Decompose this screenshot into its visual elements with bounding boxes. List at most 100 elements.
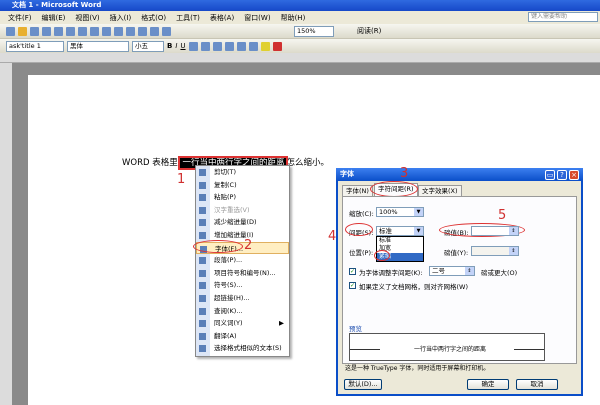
style-select[interactable]: ask'title 1 — [6, 40, 64, 52]
by-spinner[interactable]: ⇕ — [471, 226, 519, 236]
align-center-icon[interactable] — [200, 41, 210, 51]
minimize-icon[interactable]: ▭ — [545, 170, 555, 180]
bold-icon[interactable]: B — [167, 42, 172, 50]
tab-text-effects[interactable]: 文字效果(X) — [418, 185, 462, 196]
spell-icon[interactable] — [66, 26, 75, 36]
menu-item-icon — [199, 307, 206, 315]
spacing-select[interactable]: 标准 ▼ — [376, 226, 424, 236]
close-icon[interactable]: × — [569, 170, 579, 180]
read-button[interactable]: 阅读(R) — [357, 26, 381, 36]
justify-icon[interactable] — [224, 41, 234, 51]
standard-toolbar: 150% 阅读(R) — [0, 24, 600, 39]
menu-file[interactable]: 文件(F) — [8, 13, 32, 23]
scale-select[interactable]: 100% ▼ — [376, 207, 424, 217]
context-menu-item[interactable]: 粘贴(P) — [196, 191, 289, 204]
grid-checkbox[interactable]: ✓ — [349, 282, 356, 289]
preview-icon[interactable] — [54, 26, 63, 36]
context-menu-item[interactable]: 项目符号和编号(N)... — [196, 267, 289, 280]
context-menu-item[interactable]: 同义词(Y) ▶ — [196, 317, 289, 330]
annotation-1: 1 — [177, 172, 186, 187]
context-menu-item[interactable]: 查阅(K)... — [196, 305, 289, 318]
menu-item-icon — [199, 257, 206, 265]
by2-spinner[interactable]: ⇕ — [471, 246, 519, 256]
menu-format[interactable]: 格式(O) — [141, 13, 166, 23]
cut-icon[interactable] — [78, 26, 87, 36]
print-icon[interactable] — [42, 26, 51, 36]
menu-item-icon — [199, 219, 206, 227]
align-right-icon[interactable] — [212, 41, 222, 51]
table-icon[interactable] — [138, 26, 147, 36]
font-select[interactable]: 黑体 — [67, 40, 129, 52]
kerning-size-select[interactable]: 二号 ⇕ — [429, 266, 475, 276]
annotation-ring — [374, 250, 390, 261]
menu-item-icon — [199, 181, 206, 189]
annotation-ring — [370, 181, 418, 197]
open-icon[interactable] — [18, 26, 27, 36]
highlight-icon[interactable] — [260, 41, 270, 51]
tab-font[interactable]: 字体(N) — [342, 185, 373, 196]
align-left-icon[interactable] — [188, 41, 198, 51]
font-note: 这是一种 TrueType 字体，同时适用于屏幕和打印机。 — [345, 365, 490, 372]
context-menu-item[interactable]: 减少缩进量(D) — [196, 216, 289, 229]
context-menu-item[interactable]: 汉字重选(V) — [196, 204, 289, 217]
horizontal-ruler[interactable] — [0, 53, 600, 63]
menu-help[interactable]: 帮助(H) — [281, 13, 306, 23]
new-icon[interactable] — [6, 26, 15, 36]
context-menu-item[interactable]: 翻译(A) — [196, 330, 289, 343]
size-select[interactable]: 小五 — [132, 40, 164, 52]
menu-item-icon — [199, 320, 206, 328]
vertical-ruler[interactable] — [0, 63, 12, 405]
undo-icon[interactable] — [114, 26, 123, 36]
italic-icon[interactable]: I — [175, 42, 177, 50]
bullets-icon[interactable] — [248, 41, 258, 51]
paste-icon[interactable] — [102, 26, 111, 36]
context-menu-item[interactable]: 段落(P)... — [196, 254, 289, 267]
submenu-arrow-icon: ▶ — [279, 319, 284, 328]
preview-text: 一行当中两行字之间的距离 — [414, 346, 487, 353]
ok-button[interactable]: 确定 — [467, 379, 509, 390]
columns-icon[interactable] — [150, 26, 159, 36]
default-button[interactable]: 默认(D)... — [344, 379, 382, 390]
underline-icon[interactable]: U — [180, 42, 185, 50]
help-search-input[interactable]: 键入需要帮助 — [528, 12, 598, 22]
redo-icon[interactable] — [126, 26, 135, 36]
menu-table[interactable]: 表格(A) — [210, 13, 234, 23]
annotation-2: 2 — [244, 238, 253, 253]
formatting-toolbar: ask'title 1 黑体 小五 BIU — [0, 39, 600, 54]
menu-window[interactable]: 窗口(W) — [244, 13, 270, 23]
annotation-3: 3 — [400, 166, 409, 181]
copy-icon[interactable] — [90, 26, 99, 36]
save-icon[interactable] — [30, 26, 39, 36]
context-menu-item[interactable]: 选择格式相似的文本(S) — [196, 342, 289, 355]
font-dialog: 字体 ▭ ? × 字体(N) 字符间距(R) 文字效果(X) 3 缩放(C): … — [336, 166, 583, 396]
context-menu-item[interactable]: 复制(C) — [196, 179, 289, 192]
menu-insert[interactable]: 插入(I) — [110, 13, 132, 23]
kerning-checkbox[interactable]: ✓ — [349, 268, 356, 275]
menu-bar: 文件(F) 编辑(E) 视图(V) 插入(I) 格式(O) 工具(T) 表格(A… — [0, 11, 600, 24]
title-bar: 文档 1 - Microsoft Word — [0, 0, 600, 11]
option-standard[interactable]: 标准 — [377, 237, 423, 245]
scale-label: 缩放(C): — [349, 210, 374, 218]
grid-label: 如果定义了文档网格，则对齐网格(W) — [359, 283, 468, 291]
by2-label: 磅值(Y): — [444, 249, 469, 257]
context-menu-item[interactable]: 符号(S)... — [196, 279, 289, 292]
annotation-ring — [345, 223, 373, 236]
cancel-button[interactable]: 取消 — [516, 379, 558, 390]
numbering-icon[interactable] — [236, 41, 246, 51]
context-menu-item[interactable]: 超链接(H)... — [196, 292, 289, 305]
menu-tools[interactable]: 工具(T) — [176, 13, 200, 23]
menu-item-icon — [199, 294, 206, 302]
font-color-icon[interactable] — [272, 41, 282, 51]
drawing-icon[interactable] — [162, 26, 171, 36]
context-menu-item[interactable]: 剪切(T) — [196, 166, 289, 179]
menu-item-icon — [199, 231, 206, 239]
context-menu: 剪切(T) 复制(C) 粘贴(P) 汉字重选(V) 减少缩进量(D) 增加缩进量(I) 字体… — [195, 165, 290, 357]
help-icon[interactable]: ? — [557, 170, 567, 180]
annotation-ring — [193, 240, 243, 253]
menu-edit[interactable]: 编辑(E) — [42, 13, 66, 23]
zoom-select[interactable]: 150% — [294, 25, 334, 37]
menu-item-icon — [199, 206, 206, 214]
menu-view[interactable]: 视图(V) — [75, 13, 99, 23]
preview-label: 预览 — [349, 325, 362, 333]
annotation-4: 4 — [328, 229, 337, 244]
